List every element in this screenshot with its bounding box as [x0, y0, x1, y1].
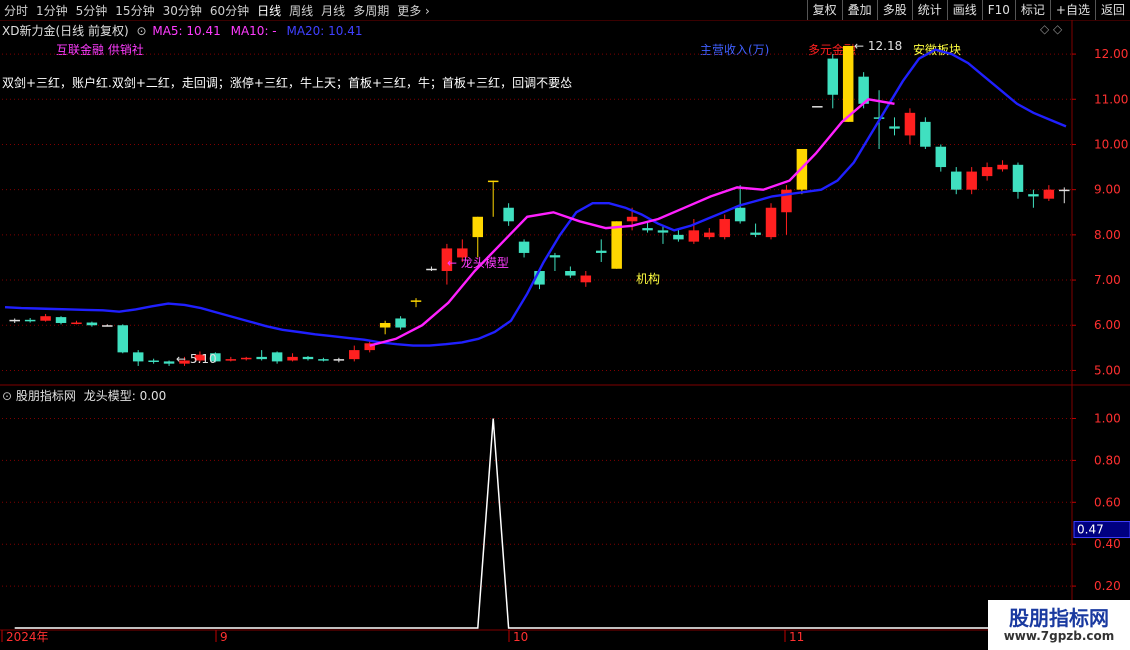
candle-body: [302, 356, 314, 360]
kline-chart[interactable]: 12.00 11.00 10.00 9.00 8.00 7.00 6.00 5.00 1.00 0…: [0, 0, 1130, 650]
candle-body: [24, 319, 36, 322]
candle-body: [55, 317, 67, 323]
candle-body: [981, 167, 993, 177]
sub-tick-label: 0.40: [1094, 537, 1121, 551]
institution-annotation: 机构: [636, 272, 661, 286]
candle-body: [750, 232, 761, 235]
price-tick-label: 7.00: [1094, 273, 1121, 287]
candle-body: [71, 322, 82, 325]
candle-body: [117, 325, 129, 353]
candle-body: [549, 255, 561, 258]
dragon-annotation: ← 龙头模型: [447, 256, 509, 270]
candle-body: [148, 360, 159, 362]
candle-body: [333, 359, 345, 361]
candle-body: [102, 325, 113, 327]
date-label: 11: [789, 630, 804, 644]
candle-body: [842, 45, 854, 122]
candle-body: [503, 207, 514, 222]
dragon-indicator-line: [14, 418, 1065, 629]
price-tick-label: 10.00: [1094, 137, 1128, 151]
candle-body: [1043, 189, 1055, 199]
sub-tick-label: 1.00: [1094, 411, 1121, 425]
high-annotation: ← 12.18: [854, 39, 903, 53]
sub-tick-label: 0.20: [1094, 579, 1121, 593]
candle-body: [827, 58, 839, 95]
high-label: 12.18: [867, 39, 903, 53]
candle-body: [765, 207, 777, 238]
candle-body: [935, 146, 947, 168]
candle-body: [904, 112, 916, 136]
candle-body: [318, 359, 329, 361]
candle-body: [518, 241, 530, 253]
candle-body: [472, 216, 484, 238]
price-tick-label: 12.00: [1094, 47, 1128, 61]
candle-body: [240, 357, 252, 360]
candle-body: [40, 316, 51, 321]
low-annotation: ← 5.10: [176, 352, 217, 366]
candle-body: [966, 171, 977, 190]
candle-body: [379, 322, 391, 328]
candle-body: [997, 164, 1008, 170]
candle-body: [580, 275, 592, 283]
candle-body: [734, 207, 746, 222]
candle-body: [395, 318, 406, 328]
candle-body: [889, 126, 900, 129]
watermark-title: 股朋指标网: [1009, 606, 1109, 630]
candle-body: [487, 180, 499, 183]
candle-body: [626, 216, 638, 222]
candle-body: [657, 230, 669, 233]
candle-body: [719, 219, 730, 238]
candle-body: [287, 356, 298, 361]
candle-body: [225, 359, 237, 361]
candle-body: [1012, 164, 1024, 192]
candle-body: [812, 106, 823, 108]
candle-body: [349, 350, 360, 360]
price-tick-label: 6.00: [1094, 318, 1121, 332]
candle-body: [688, 230, 700, 242]
date-label: 10: [513, 630, 528, 644]
ma20-line: [4, 48, 1067, 347]
date-label: 2024年: [6, 630, 49, 644]
sub-tick-label: 0.80: [1094, 453, 1121, 467]
sub-tick-label: 0.60: [1094, 495, 1121, 509]
candle-body: [271, 352, 283, 362]
candle-body: [673, 234, 684, 240]
candle-body: [1059, 189, 1070, 192]
candle-body: [920, 121, 931, 147]
candle-body: [642, 228, 653, 231]
price-tick-label: 11.00: [1094, 92, 1128, 106]
low-label: 5.10: [189, 352, 217, 366]
price-tick-label: 8.00: [1094, 228, 1121, 242]
candle-body: [565, 271, 576, 276]
candle-body: [704, 232, 715, 238]
candle-body: [950, 171, 962, 190]
dragon-label: 龙头模型: [460, 256, 509, 270]
candle-body: [9, 319, 20, 322]
candle-body: [163, 361, 175, 364]
price-tick-label: 5.00: [1094, 363, 1121, 377]
candle-body: [86, 322, 98, 326]
candle-body: [426, 268, 437, 271]
candle-body: [1028, 194, 1039, 197]
candle-body: [595, 250, 607, 253]
candle-body: [256, 356, 267, 360]
candle-body: [410, 300, 422, 302]
watermark: 股朋指标网 www.7gpzb.com: [988, 600, 1130, 650]
price-tick-label: 9.00: [1094, 183, 1121, 197]
candle-body: [132, 352, 144, 362]
date-label: 9: [220, 630, 228, 644]
sub-current-value: 0.47: [1077, 523, 1104, 537]
watermark-url: www.7gpzb.com: [1003, 629, 1115, 643]
